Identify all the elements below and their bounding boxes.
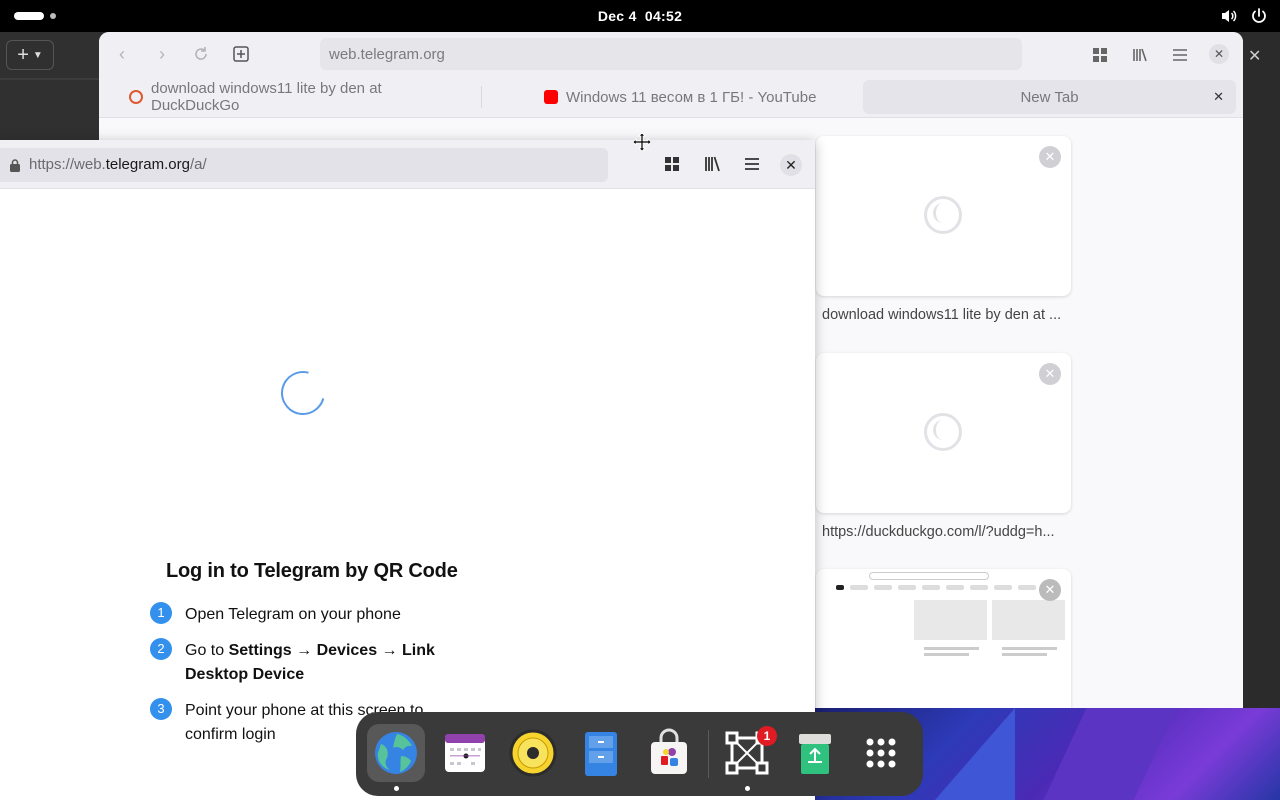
power-icon[interactable] — [1250, 7, 1268, 25]
app-grid-icon — [866, 738, 896, 768]
move-cursor-icon — [632, 132, 652, 152]
step-number: 3 — [150, 698, 172, 720]
volume-icon[interactable] — [1220, 7, 1238, 25]
dock: 1 — [356, 712, 923, 796]
video-thumbnail — [992, 600, 1065, 640]
telegram-popup-window: https://web.telegram.org/a/ ✕ Log in to … — [0, 140, 815, 800]
step-number: 1 — [150, 602, 172, 624]
back-icon[interactable]: ‹ — [113, 45, 131, 63]
new-tab-icon[interactable] — [232, 45, 250, 63]
loading-spinner — [272, 362, 334, 424]
url-domain: telegram.org — [105, 156, 190, 173]
clock[interactable]: Dec 4 04:52 — [0, 8, 1280, 24]
dock-calendar[interactable] — [436, 724, 494, 782]
browser-globe-icon — [375, 732, 417, 774]
dock-firefox[interactable] — [367, 724, 425, 782]
duckduckgo-icon — [129, 90, 143, 104]
tile-label: download windows11 lite by den at ... — [822, 307, 1062, 323]
notification-badge: 1 — [757, 726, 777, 746]
new-button[interactable]: + ▼ — [6, 40, 54, 70]
dock-files[interactable] — [572, 724, 630, 782]
address-bar[interactable]: web.telegram.org — [320, 38, 1022, 70]
library-icon[interactable] — [702, 154, 722, 174]
top-site-tile[interactable]: ✕ — [816, 136, 1071, 296]
tab-label: download windows11 lite by den at DuckDu… — [151, 80, 382, 114]
top-site-tile[interactable]: ✕ — [816, 353, 1071, 513]
youtube-icon — [544, 90, 558, 104]
tab-label: New Tab — [1020, 88, 1079, 106]
popup-close-button[interactable]: ✕ — [780, 154, 802, 176]
clock-time: 04:52 — [644, 8, 683, 24]
dock-show-apps[interactable] — [852, 724, 910, 782]
menu-icon[interactable] — [742, 154, 762, 174]
tab-duckduckgo[interactable]: download windows11 lite by den at DuckDu… — [129, 80, 474, 114]
forward-icon[interactable]: › — [153, 45, 171, 63]
recycle-bin-icon — [799, 734, 831, 774]
popup-address-bar[interactable]: https://web.telegram.org/a/ — [0, 148, 608, 182]
plus-icon: + — [17, 43, 29, 66]
thumbnail-search-bar — [869, 572, 989, 580]
dock-trash[interactable] — [786, 724, 844, 782]
remove-tile-icon[interactable]: ✕ — [1039, 579, 1061, 601]
remove-tile-icon[interactable]: ✕ — [1039, 146, 1061, 168]
video-thumbnail — [914, 600, 987, 640]
close-icon[interactable]: ✕ — [1248, 46, 1261, 66]
tab-label: Windows 11 весом в 1 ГБ! - YouTube — [566, 88, 817, 106]
login-title: Log in to Telegram by QR Code — [166, 560, 458, 582]
tab-close-icon[interactable]: ✕ — [1213, 89, 1224, 105]
step-text: Go to Settings → Devices → Link Desktop … — [185, 642, 435, 683]
dock-rhythmbox[interactable] — [504, 724, 562, 782]
globe-icon — [924, 413, 962, 451]
tile-label: https://duckduckgo.com/l/?uddg=h... — [822, 524, 1055, 540]
speaker-icon — [509, 729, 557, 777]
url-path: /a/ — [189, 156, 207, 173]
grid-icon[interactable] — [662, 154, 682, 174]
window-close-button[interactable]: ✕ — [1209, 44, 1229, 64]
chevron-down-icon: ▼ — [32, 49, 43, 61]
popup-toolbar: https://web.telegram.org/a/ ✕ — [0, 140, 815, 189]
clock-date: Dec 4 — [597, 8, 637, 24]
step-text: Open Telegram on your phone — [185, 606, 401, 623]
lock-icon — [10, 159, 20, 172]
reload-icon[interactable] — [192, 45, 210, 63]
top-bar: Dec 4 04:52 — [0, 0, 1280, 32]
url-prefix: https://web. — [29, 156, 106, 173]
shopping-bag-icon — [651, 728, 687, 774]
address-text: web.telegram.org — [329, 46, 445, 63]
library-icon[interactable] — [1131, 46, 1149, 64]
menu-icon[interactable] — [1171, 46, 1189, 64]
calendar-icon — [445, 734, 485, 772]
grid-icon[interactable] — [1091, 46, 1109, 64]
globe-icon — [924, 196, 962, 234]
dock-software[interactable] — [640, 724, 698, 782]
remove-tile-icon[interactable]: ✕ — [1039, 363, 1061, 385]
top-site-tile-youtube[interactable]: ✕ — [816, 569, 1071, 708]
browser-toolbar: ‹ › web.telegram.org ✕ — [99, 32, 1243, 76]
tab-new-tab[interactable]: New Tab ✕ — [863, 80, 1236, 114]
tab-strip: download windows11 lite by den at DuckDu… — [99, 76, 1243, 118]
step-number: 2 — [150, 638, 172, 660]
tab-youtube[interactable]: Windows 11 весом в 1 ГБ! - YouTube — [544, 80, 874, 114]
file-cabinet-icon — [585, 732, 617, 776]
